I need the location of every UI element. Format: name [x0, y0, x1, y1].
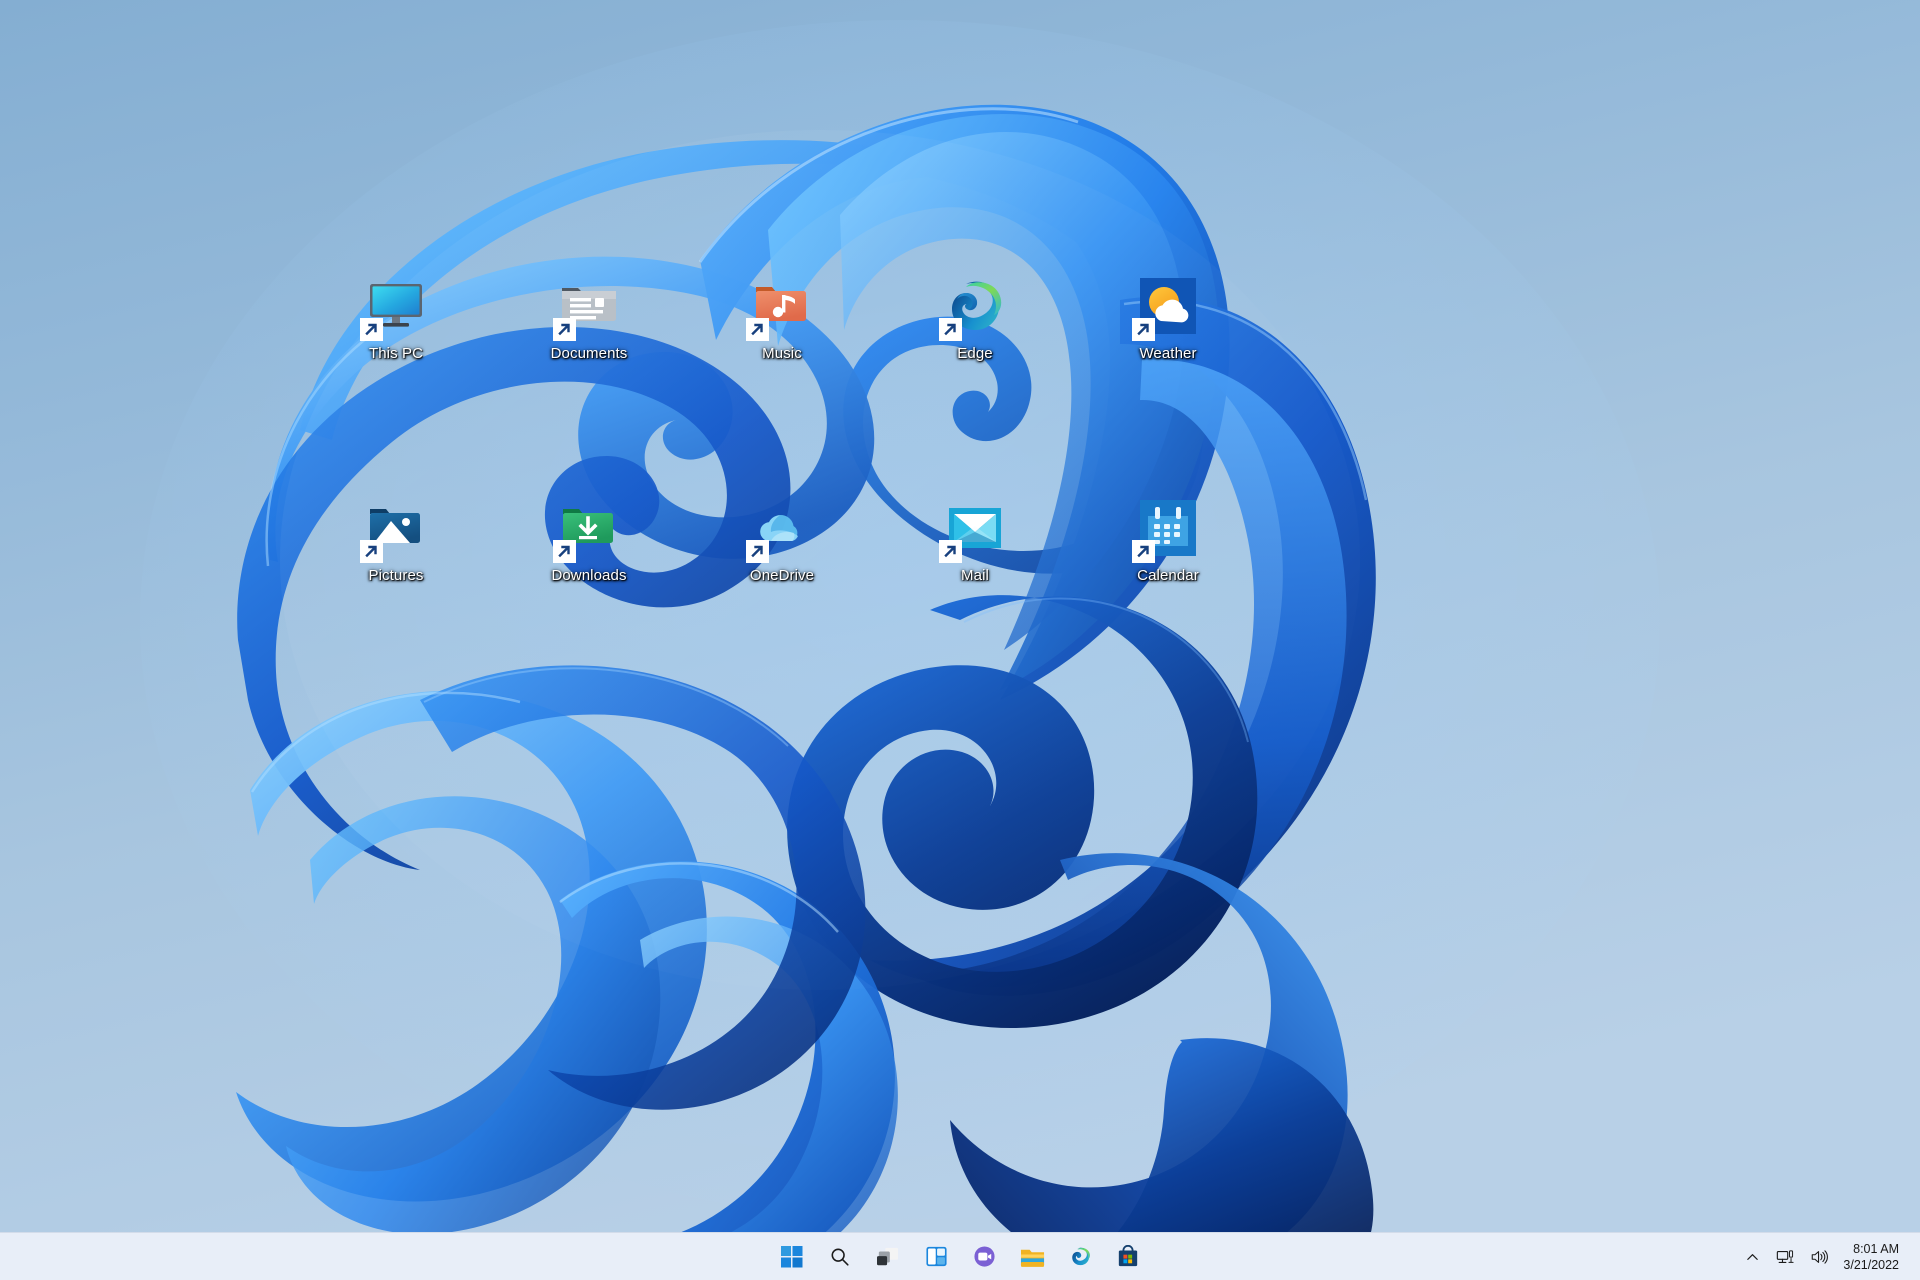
start-button[interactable]	[772, 1237, 812, 1277]
calendar-icon	[1132, 496, 1200, 563]
shortcut-arrow-icon	[1132, 540, 1155, 563]
desktop-icon-downloads[interactable]: Downloads	[525, 490, 653, 606]
microsoft-store-icon	[1117, 1245, 1139, 1268]
desktop-icon-label: Downloads	[551, 567, 627, 584]
desktop-icon-onedrive[interactable]: OneDrive	[718, 490, 846, 606]
taskbar-button-group[interactable]	[772, 1233, 1148, 1280]
desktop-icon-label: This PC	[368, 345, 424, 362]
network-icon	[1776, 1248, 1794, 1266]
volume-icon	[1810, 1248, 1829, 1266]
task-view-icon	[876, 1246, 900, 1268]
desktop-icon-weather[interactable]: Weather	[1104, 268, 1232, 384]
widgets-icon	[925, 1245, 948, 1268]
desktop-icon-label: Mail	[961, 567, 989, 584]
desktop-icon-label: Pictures	[368, 567, 424, 584]
desktop-icon-music[interactable]: Music	[718, 268, 846, 384]
monitor-icon	[360, 274, 428, 341]
desktop[interactable]: This PC Documents Music Edge Weather Pic…	[0, 0, 1920, 1280]
folder-music-icon	[746, 274, 814, 341]
store-button[interactable]	[1108, 1237, 1148, 1277]
desktop-icon-this-pc[interactable]: This PC	[332, 268, 460, 384]
mail-envelope-icon	[939, 496, 1007, 563]
chat-camera-icon	[973, 1245, 996, 1268]
desktop-icon-documents[interactable]: Documents	[525, 268, 653, 384]
network-button[interactable]	[1769, 1239, 1801, 1275]
show-hidden-icons-button[interactable]	[1738, 1239, 1767, 1275]
shortcut-arrow-icon	[553, 318, 576, 341]
folder-icon	[1020, 1246, 1045, 1268]
desktop-icon-pictures[interactable]: Pictures	[332, 490, 460, 606]
clock-date: 3/21/2022	[1843, 1258, 1899, 1272]
shortcut-arrow-icon	[939, 540, 962, 563]
desktop-icon-mail[interactable]: Mail	[911, 490, 1039, 606]
clock-and-date[interactable]: 8:01 AM 3/21/2022	[1837, 1237, 1908, 1277]
chat-button[interactable]	[964, 1237, 1004, 1277]
folder-pictures-icon	[360, 496, 428, 563]
volume-button[interactable]	[1803, 1239, 1835, 1275]
desktop-icon-edge[interactable]: Edge	[911, 268, 1039, 384]
folder-downloads-icon	[553, 496, 621, 563]
shortcut-arrow-icon	[553, 540, 576, 563]
desktop-icon-label: OneDrive	[749, 567, 815, 584]
shortcut-arrow-icon	[1132, 318, 1155, 341]
shortcut-arrow-icon	[939, 318, 962, 341]
desktop-icon-calendar[interactable]: Calendar	[1104, 490, 1232, 606]
folder-documents-icon	[553, 274, 621, 341]
clock-time: 8:01 AM	[1853, 1242, 1899, 1256]
search-icon	[829, 1246, 851, 1268]
shortcut-arrow-icon	[360, 318, 383, 341]
desktop-icon-label: Weather	[1139, 345, 1197, 362]
shortcut-arrow-icon	[746, 318, 769, 341]
edge-icon	[1069, 1245, 1092, 1268]
edge-taskbar-button[interactable]	[1060, 1237, 1100, 1277]
file-explorer-button[interactable]	[1012, 1237, 1052, 1277]
shortcut-arrow-icon	[746, 540, 769, 563]
desktop-icon-label: Edge	[957, 345, 993, 362]
weather-icon	[1132, 274, 1200, 341]
task-view-button[interactable]	[868, 1237, 908, 1277]
desktop-icon-label: Calendar	[1137, 567, 1199, 584]
windows-logo-icon	[781, 1245, 803, 1268]
shortcut-arrow-icon	[360, 540, 383, 563]
chevron-up-icon	[1745, 1250, 1760, 1265]
system-tray[interactable]: 8:01 AM 3/21/2022	[1738, 1233, 1920, 1280]
desktop-icon-grid[interactable]: This PC Documents Music Edge Weather Pic…	[0, 0, 1920, 1248]
widgets-button[interactable]	[916, 1237, 956, 1277]
edge-icon	[939, 274, 1007, 341]
search-button[interactable]	[820, 1237, 860, 1277]
taskbar[interactable]: 8:01 AM 3/21/2022	[0, 1232, 1920, 1280]
desktop-icon-label: Music	[762, 345, 802, 362]
onedrive-cloud-icon	[746, 496, 814, 563]
desktop-icon-label: Documents	[550, 345, 628, 362]
